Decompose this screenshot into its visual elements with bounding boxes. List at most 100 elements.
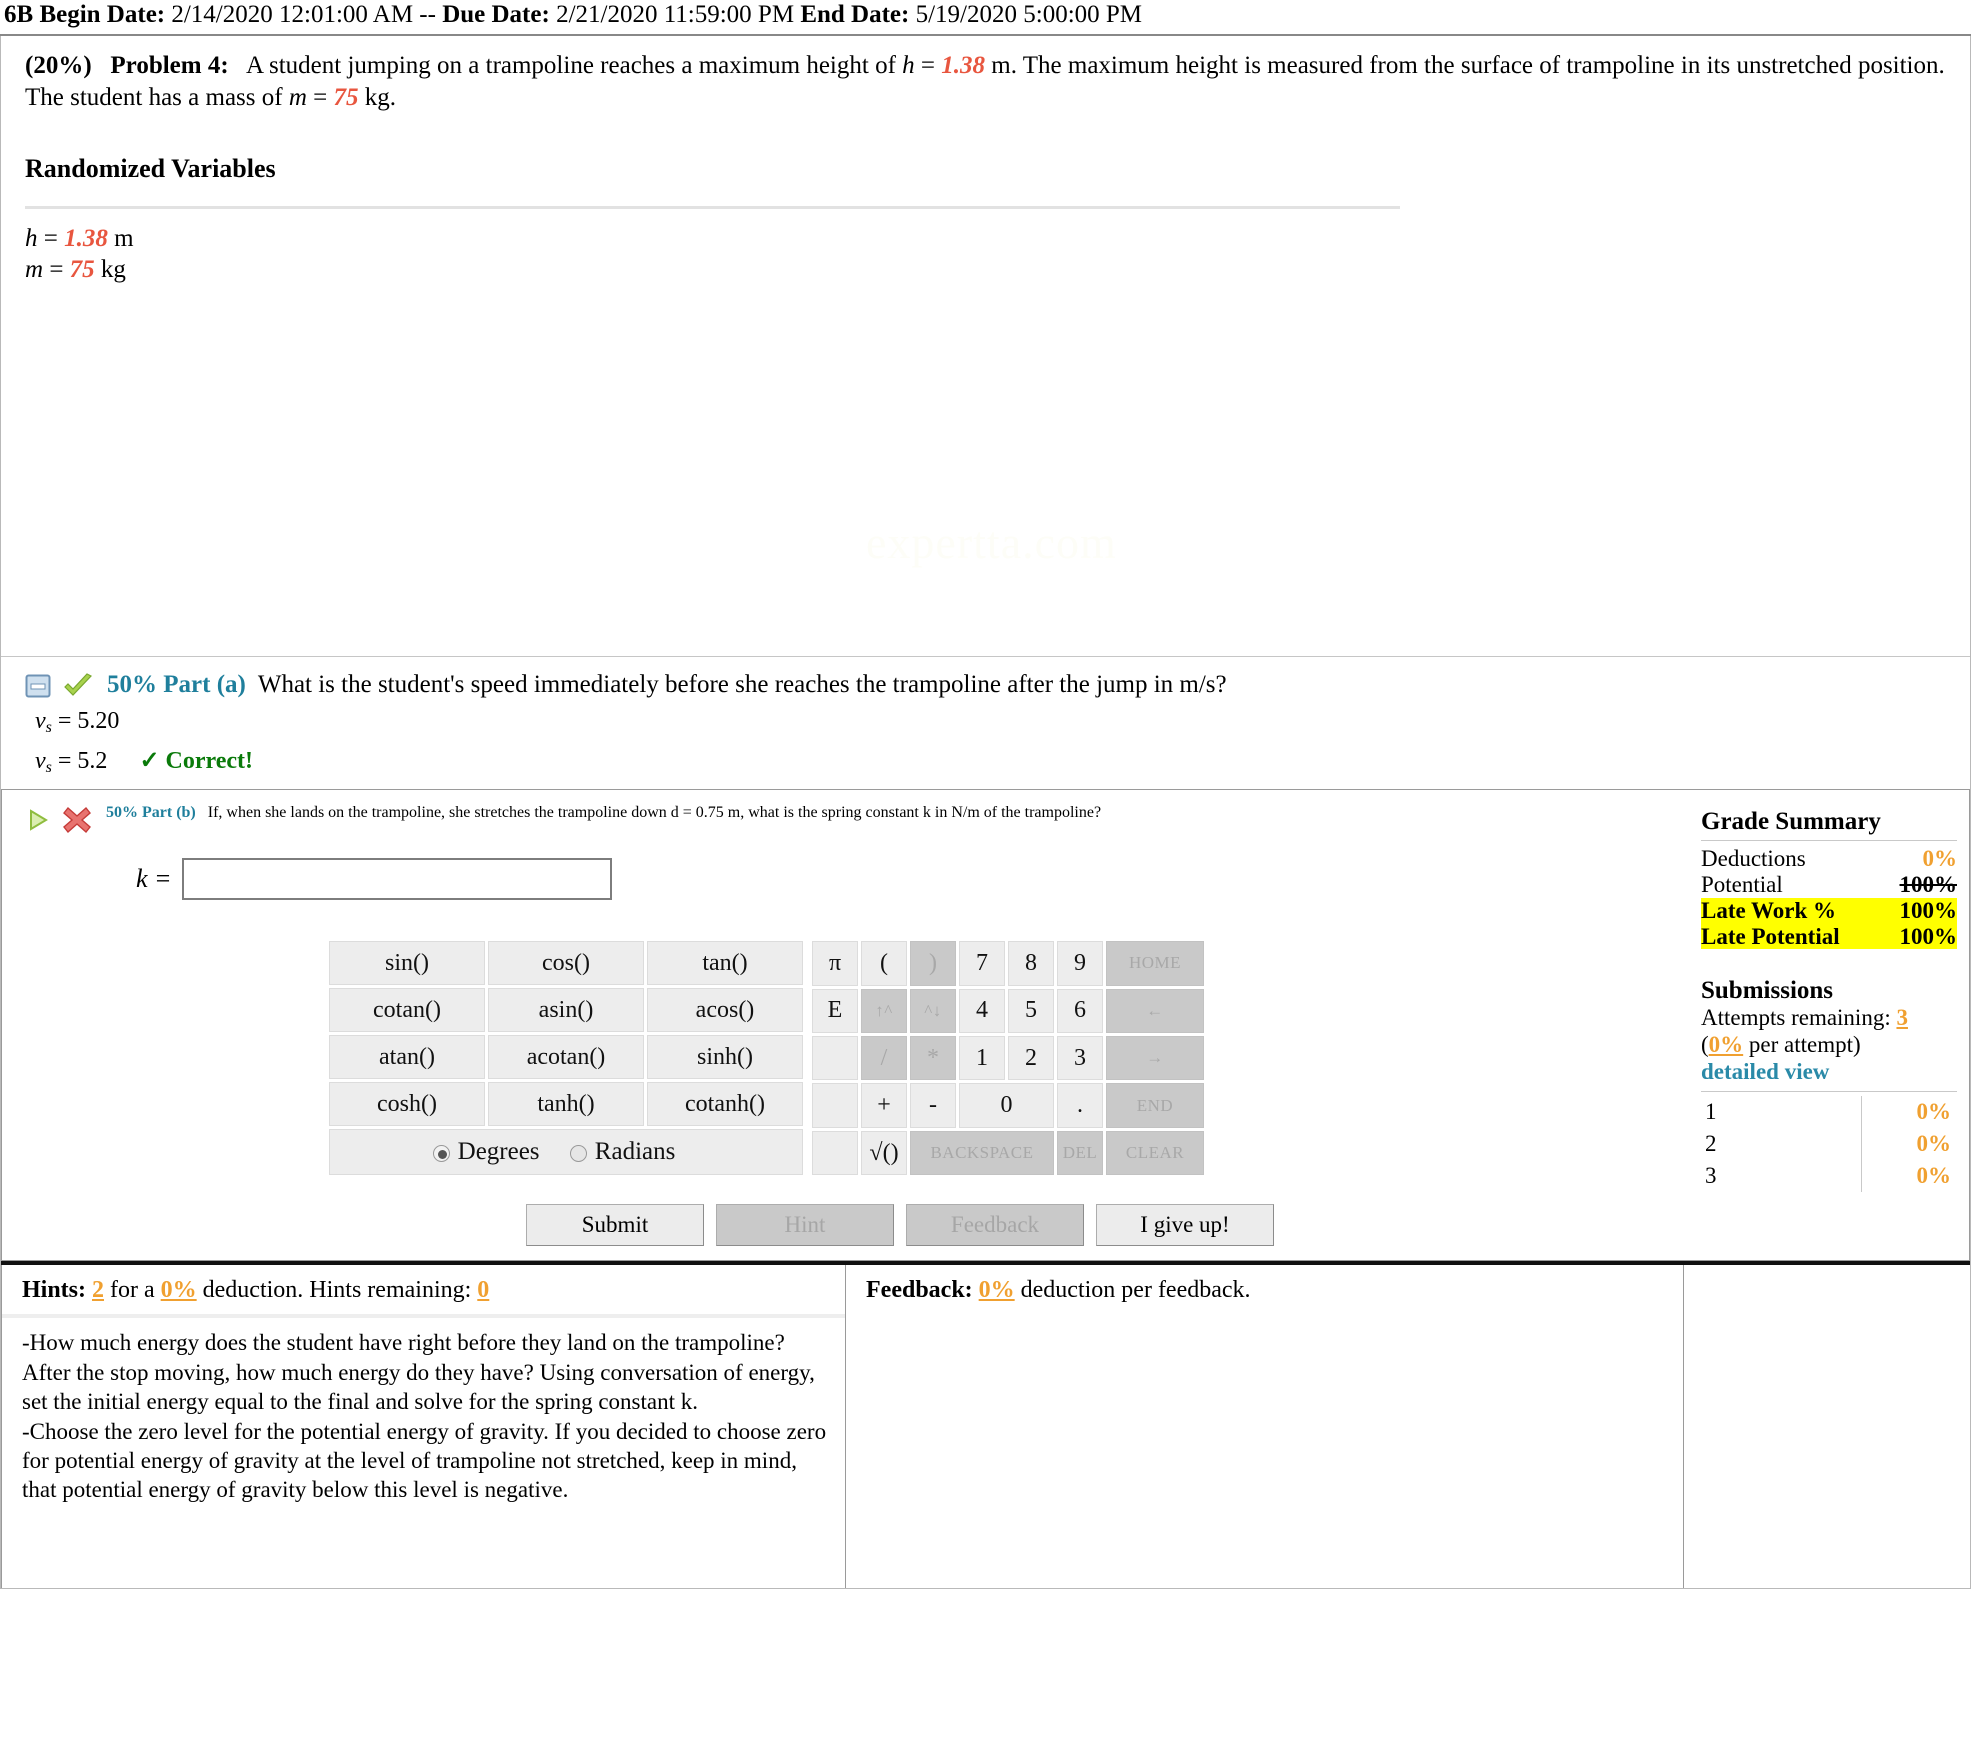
key-9[interactable]: 9 — [1057, 941, 1103, 986]
key-blank-2 — [812, 1083, 858, 1128]
radio-degrees[interactable]: Degrees — [432, 1138, 546, 1166]
key-2[interactable]: 2 — [1008, 1036, 1054, 1081]
give-up-button[interactable]: I give up! — [1096, 1204, 1274, 1247]
angle-mode-row: Degrees Radians — [329, 1129, 803, 1176]
key-pi[interactable]: π — [812, 941, 858, 986]
per-attempt-open: ( — [1701, 1031, 1709, 1057]
problem-text-3: kg. — [364, 84, 397, 112]
problem-var-m-eq: = — [313, 84, 328, 112]
feedback-body — [846, 1314, 1683, 1584]
radio-radians[interactable]: Radians — [569, 1138, 676, 1166]
keypad-functions: sin() cos() tan() cotan() asin() acos() … — [326, 938, 806, 1178]
key-divide: / — [861, 1036, 907, 1081]
key-plus[interactable]: + — [861, 1083, 907, 1128]
deductions-label: Deductions — [1701, 846, 1806, 872]
problem-statement: (20%) Problem 4: A student jumping on a … — [1, 36, 1970, 656]
answer-field-label: k = — [136, 864, 172, 894]
key-minus[interactable]: - — [910, 1083, 956, 1128]
answer-input-k[interactable] — [181, 858, 612, 901]
hints-column: Hints: 2 for a 0% deduction. Hints remai… — [1, 1265, 846, 1589]
key-cotanh[interactable]: cotanh() — [647, 1082, 803, 1127]
key-sqrt[interactable]: √() — [861, 1130, 907, 1176]
key-decimal-point[interactable]: . — [1057, 1083, 1103, 1128]
table-row: 3 0% — [1701, 1159, 1957, 1192]
math-keypad: sin() cos() tan() cotan() asin() acos() … — [326, 938, 1691, 1178]
hint-item: -Choose the zero level for the potential… — [22, 1418, 827, 1503]
key-5[interactable]: 5 — [1008, 988, 1054, 1034]
randomized-variable-row: m = 75 kg — [25, 254, 1950, 285]
problem-var-m: m — [288, 84, 307, 112]
key-cosh[interactable]: cosh() — [329, 1082, 485, 1127]
detailed-view-link[interactable]: detailed view — [1701, 1059, 1957, 1085]
key-cotan[interactable]: cotan() — [329, 988, 485, 1033]
key-sinh[interactable]: sinh() — [647, 1035, 803, 1080]
red-x-icon — [62, 806, 92, 834]
radio-degrees-label: Degrees — [457, 1138, 540, 1166]
key-tanh[interactable]: tanh() — [488, 1082, 644, 1127]
part-a-graded-value: = 5.2 — [57, 748, 108, 775]
key-backspace: BACKSPACE — [910, 1130, 1054, 1176]
late-work-value: 100% — [1899, 897, 1958, 923]
key-3[interactable]: 3 — [1057, 1036, 1103, 1081]
key-0[interactable]: 0 — [959, 1083, 1054, 1128]
key-tan[interactable]: tan() — [647, 941, 803, 986]
late-potential-row: Late Potential 100% — [1701, 923, 1957, 950]
key-clear: CLEAR — [1106, 1130, 1204, 1176]
key-sin[interactable]: sin() — [329, 941, 485, 986]
key-cos[interactable]: cos() — [488, 941, 644, 986]
key-e[interactable]: E — [812, 988, 858, 1034]
collapse-box-icon[interactable] — [25, 673, 51, 699]
part-a-weight-label: 50% Part (a) — [107, 671, 246, 699]
hints-for-a: for a — [110, 1277, 155, 1304]
due-date-value: 2/21/2020 11:59:00 PM — [556, 1, 795, 28]
key-8[interactable]: 8 — [1008, 941, 1054, 986]
table-row: 1 0% — [1701, 1095, 1957, 1128]
action-buttons: Submit Hint Feedback I give up! — [526, 1204, 1691, 1247]
attempt-score: 0% — [1916, 1162, 1952, 1188]
key-del: DEL — [1057, 1130, 1103, 1176]
part-b-weight-label: 50% Part (b) — [106, 804, 196, 822]
part-a-status: ✓ Correct! — [139, 748, 254, 775]
radio-radians-dot — [569, 1145, 587, 1163]
part-a-graded-sub: s — [45, 759, 52, 777]
radio-degrees-dot — [432, 1145, 450, 1163]
key-acotan[interactable]: acotan() — [488, 1035, 644, 1080]
key-7[interactable]: 7 — [959, 941, 1005, 986]
grade-summary-title: Grade Summary — [1701, 808, 1881, 836]
due-date-label: Due Date: — [442, 1, 550, 28]
key-6[interactable]: 6 — [1057, 988, 1103, 1034]
key-arrow-right: → — [1106, 1036, 1204, 1081]
hints-header: Hints: 2 for a 0% deduction. Hints remai… — [2, 1265, 845, 1314]
submissions-title: Submissions — [1701, 977, 1834, 1005]
begin-date-value: 2/14/2020 12:01:00 AM — [171, 1, 414, 28]
radio-radians-label: Radians — [594, 1138, 676, 1166]
hints-body: -How much energy does the student have r… — [2, 1318, 845, 1588]
key-asin[interactable]: asin() — [488, 988, 644, 1033]
rv-eq-h: = — [43, 224, 58, 252]
key-atan[interactable]: atan() — [329, 1035, 485, 1080]
key-blank-3 — [812, 1130, 858, 1176]
key-1[interactable]: 1 — [959, 1036, 1005, 1081]
key-4[interactable]: 4 — [959, 988, 1005, 1034]
rv-unit-m: kg — [100, 255, 126, 283]
feedback-column: Feedback: 0% deduction per feedback. — [846, 1265, 1684, 1589]
problem-panel: (20%) Problem 4: A student jumping on a … — [0, 36, 1971, 1590]
key-superscript-up: ↑^ — [861, 988, 907, 1034]
hints-feedback-area: Hints: 2 for a 0% deduction. Hints remai… — [1, 1261, 1970, 1589]
green-play-icon[interactable] — [26, 808, 50, 832]
part-a-entered-value: = 5.20 — [57, 708, 120, 735]
key-paren-open[interactable]: ( — [861, 941, 907, 986]
hints-deduction-pct: 0% — [160, 1277, 197, 1304]
feedback-button: Feedback — [906, 1204, 1084, 1247]
rv-value-h: 1.38 — [64, 224, 108, 252]
key-blank-1 — [812, 1036, 858, 1081]
grade-summary-panel: Grade Summary Deductions 0% Potential 10… — [1691, 790, 1969, 1260]
attempt-score: 0% — [1916, 1098, 1952, 1124]
rv-unit-h: m — [114, 224, 134, 252]
key-acos[interactable]: acos() — [647, 988, 803, 1033]
rv-name-h: h — [25, 224, 38, 252]
submit-button[interactable]: Submit — [526, 1204, 704, 1247]
problem-text-1: A student jumping on a trampoline reache… — [246, 52, 896, 80]
green-check-icon — [63, 673, 93, 699]
